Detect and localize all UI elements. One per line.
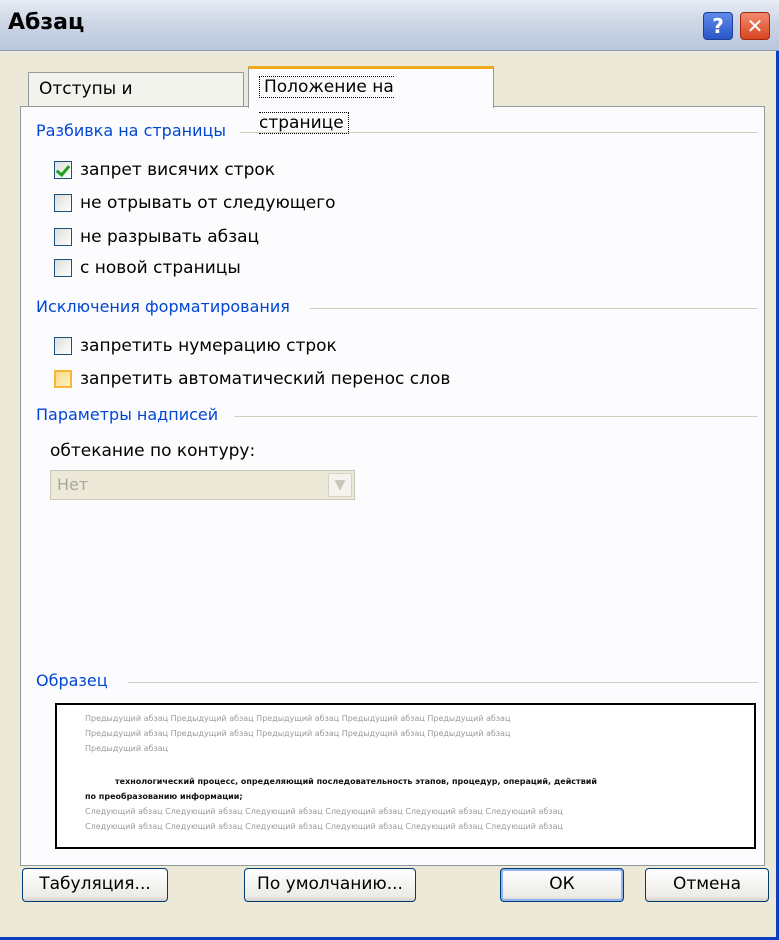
checkbox-unchecked-icon[interactable] [54,228,72,246]
pagination-heading: Разбивка на страницы [36,121,233,140]
preview-spacer [85,756,726,774]
help-icon[interactable]: ? [703,12,733,40]
dialog-title: Абзац [8,10,85,35]
textbox-options-heading: Параметры надписей [36,405,225,424]
tabs-button[interactable]: Табуляция... [22,868,168,902]
tab-indents-spacing[interactable]: Отступы и интервалы [28,72,244,131]
checkbox-checked-icon[interactable] [54,161,72,179]
preview-previous-line: Предыдущий абзац [85,744,169,753]
preview-heading: Образец [36,671,114,690]
ok-button[interactable]: ОК [500,868,624,902]
keep-lines-together-checkbox[interactable]: не разрывать абзац [54,225,259,249]
formatting-exceptions-heading: Исключения форматирования [36,297,296,316]
checkbox-unchecked-icon[interactable] [54,194,72,212]
dont-hyphenate-label: запретить автоматический перенос слов [80,369,451,389]
checkbox-hover-icon[interactable] [54,370,72,388]
paragraph-dialog: Абзац ? ✕ Отступы и интервалы Положение … [0,0,779,940]
preview-previous-line: Предыдущий абзац Предыдущий абзац Предыд… [85,714,511,723]
suppress-line-numbers-label: запретить нумерацию строк [80,336,337,356]
textbox-options-divider [234,416,758,417]
preview-next-line: Следующий абзац Следующий абзац Следующи… [85,807,563,816]
keep-with-next-label: не отрывать от следующего [80,193,336,213]
chevron-down-icon[interactable]: ▼ [328,473,352,497]
page-break-before-label: с новой страницы [80,258,241,278]
suppress-line-numbers-checkbox[interactable]: запретить нумерацию строк [54,334,337,358]
dont-hyphenate-checkbox[interactable]: запретить автоматический перенос слов [54,367,450,391]
preview-box: Предыдущий абзац Предыдущий абзац Предыд… [55,703,756,849]
set-default-button[interactable]: По умолчанию... [244,868,416,902]
widow-control-label: запрет висячих строк [80,160,276,180]
preview-current-line: по преобразованию информации; [85,792,243,801]
tight-wrap-label: обтекание по контуру: [50,441,256,461]
cancel-button[interactable]: Отмена [645,868,769,902]
close-icon[interactable]: ✕ [740,12,770,40]
checkbox-unchecked-icon[interactable] [54,337,72,355]
keep-with-next-checkbox[interactable]: не отрывать от следующего [54,191,336,215]
preview-current-line: технологический процесс, определяющий по… [115,777,597,786]
keep-lines-together-label: не разрывать абзац [80,227,260,247]
tab-line-page-breaks[interactable]: Положение на странице [248,66,494,134]
preview-next-line: Следующий абзац Следующий абзац Следующи… [85,822,563,831]
widow-control-checkbox[interactable]: запрет висячих строк [54,158,275,182]
tight-wrap-select[interactable]: Нет ▼ [50,470,355,500]
tight-wrap-value: Нет [57,475,89,494]
preview-divider [128,682,758,683]
page-break-before-checkbox[interactable]: с новой страницы [54,256,241,280]
formatting-exceptions-divider [310,308,758,309]
preview-previous-line: Предыдущий абзац Предыдущий абзац Предыд… [85,729,511,738]
title-bar[interactable]: Абзац ? ✕ [0,0,779,51]
checkbox-unchecked-icon[interactable] [54,259,72,277]
